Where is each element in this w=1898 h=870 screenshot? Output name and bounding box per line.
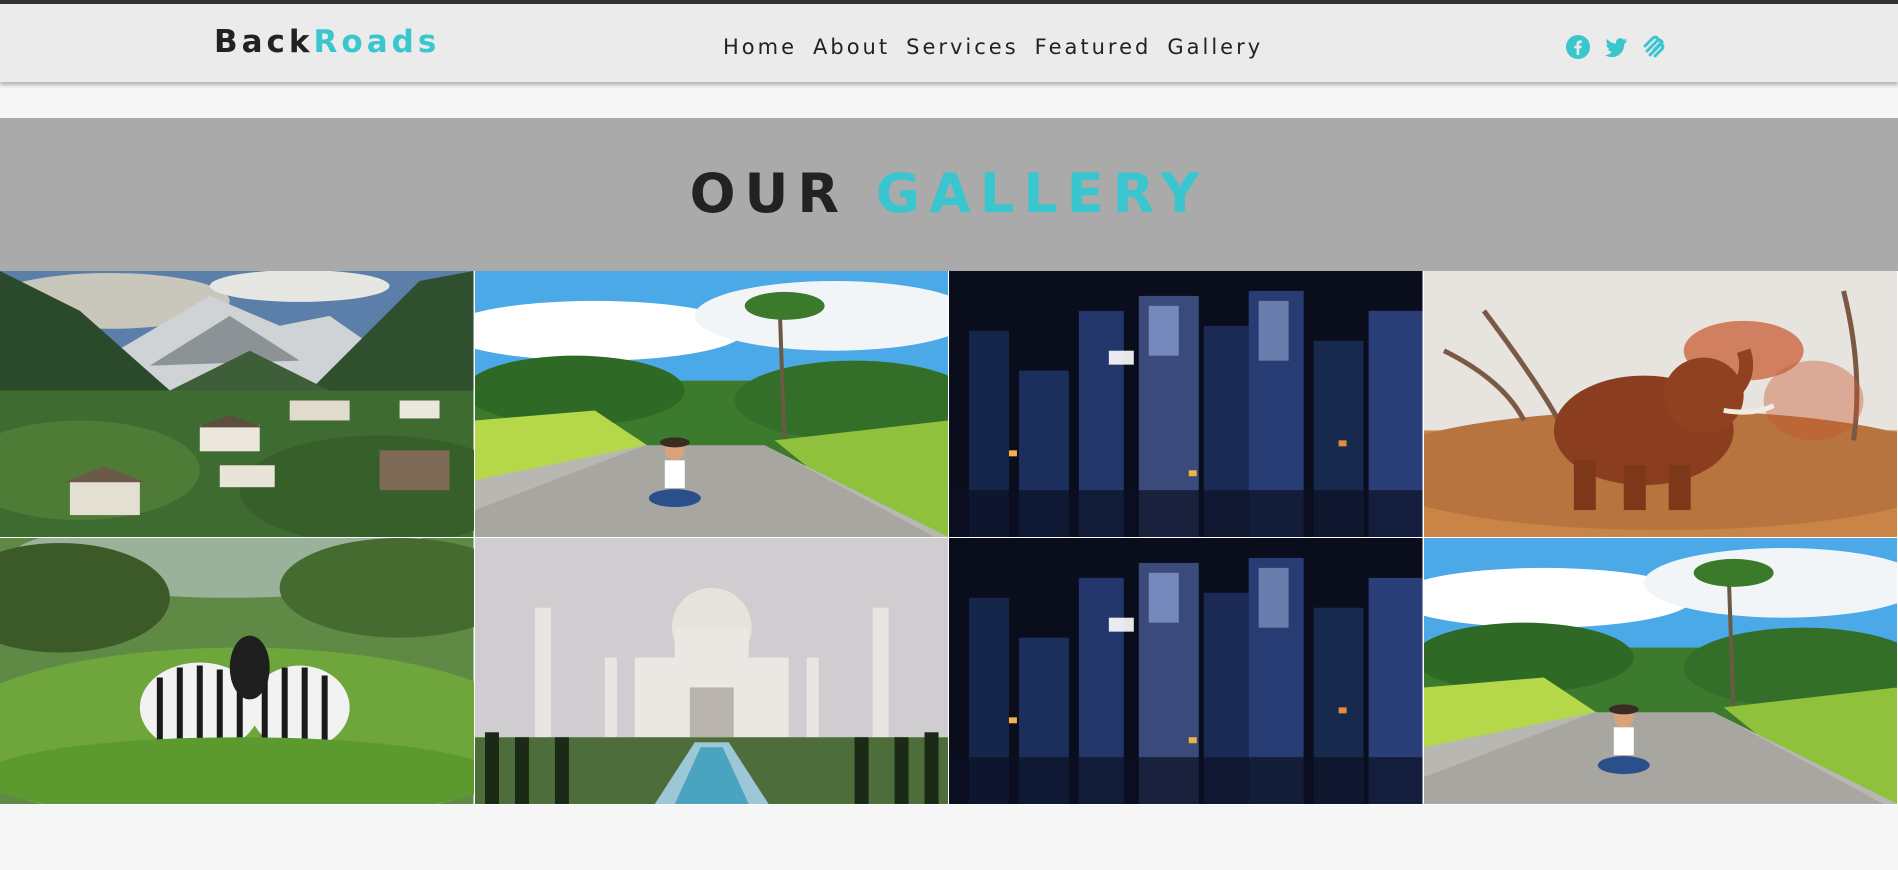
city-night-image[interactable] <box>949 271 1424 538</box>
elephant-image[interactable] <box>1423 271 1898 538</box>
nav-link-home[interactable]: Home <box>723 32 797 62</box>
gallery-title: OUR GALLERY <box>0 162 1898 225</box>
nav-link-about[interactable]: About <box>813 32 890 62</box>
brand-logo[interactable]: BackRoads <box>214 24 440 60</box>
gallery-title-second: GALLERY <box>875 162 1209 225</box>
facebook-icon[interactable] <box>1565 34 1591 60</box>
woman-on-road-image[interactable] <box>474 271 949 538</box>
brand-second: Roads <box>313 24 441 60</box>
nav-link-services[interactable]: Services <box>906 32 1019 62</box>
gallery-grid <box>0 271 1898 805</box>
nav-link-gallery[interactable]: Gallery <box>1167 32 1263 62</box>
gallery-title-first: OUR <box>689 162 848 225</box>
gallery-header: OUR GALLERY <box>0 118 1898 271</box>
nav-link-featured[interactable]: Featured <box>1035 32 1152 62</box>
zebras-image[interactable] <box>0 538 475 805</box>
social-links <box>1565 34 1667 60</box>
brand-first: Back <box>214 24 314 60</box>
taj-mahal-image[interactable] <box>474 538 949 805</box>
nav-links: Home About Services Featured Gallery <box>723 32 1263 62</box>
navbar: BackRoads Home About Services Featured G… <box>0 4 1898 82</box>
mountain-village-image[interactable] <box>0 271 475 538</box>
squarespace-icon[interactable] <box>1641 34 1667 60</box>
woman-on-road-image[interactable] <box>1423 538 1898 805</box>
twitter-icon[interactable] <box>1603 34 1629 60</box>
city-night-image[interactable] <box>949 538 1424 805</box>
